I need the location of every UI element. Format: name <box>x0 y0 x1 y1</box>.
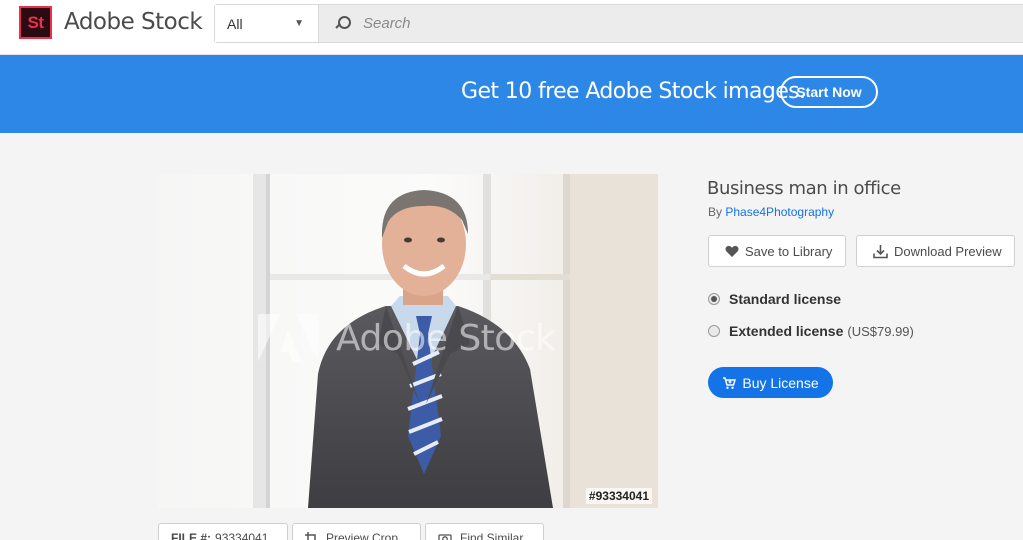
download-icon <box>873 244 888 258</box>
promo-banner: Get 10 free Adobe Stock images. Start No… <box>0 55 1023 133</box>
adobe-stock-logo[interactable]: St <box>19 6 52 39</box>
extended-license-price: (US$79.99) <box>847 323 914 339</box>
preview-crop-button[interactable]: Preview Crop <box>292 523 421 540</box>
stock-photo[interactable]: Adobe Stock #93334041 <box>158 174 658 508</box>
watermark-text: Adobe Stock <box>336 317 556 359</box>
byline: By Phase4Photography <box>708 205 834 219</box>
search-field <box>319 5 1023 42</box>
preview-crop-label: Preview Crop <box>326 531 399 540</box>
camera-icon <box>438 534 452 540</box>
cart-icon <box>723 376 737 389</box>
save-to-library-button[interactable]: Save to Library <box>708 235 846 267</box>
file-number-overlay: #93334041 <box>585 488 652 504</box>
by-label: By <box>708 205 723 219</box>
standard-license-label: Standard license <box>729 291 842 307</box>
banner-text: Get 10 free Adobe Stock images. <box>461 79 806 104</box>
asset-title: Business man in office <box>707 178 901 199</box>
heart-icon <box>725 245 739 257</box>
search-bar: All ▼ <box>214 4 1023 43</box>
watermark: Adobe Stock <box>258 314 556 362</box>
search-icon <box>335 15 351 32</box>
extended-license-radio[interactable] <box>708 325 720 337</box>
standard-license-radio[interactable] <box>708 293 720 305</box>
download-preview-button[interactable]: Download Preview <box>856 235 1015 267</box>
search-input[interactable] <box>363 15 963 32</box>
search-scope-value: All <box>227 15 243 32</box>
extended-license-option[interactable]: Extended license (US$79.99) <box>708 323 914 339</box>
start-now-button[interactable]: Start Now <box>780 76 878 108</box>
download-label: Download Preview <box>894 243 1002 259</box>
chevron-down-icon: ▼ <box>294 18 304 29</box>
file-number: 93334041 <box>215 531 269 540</box>
author-link[interactable]: Phase4Photography <box>725 205 834 219</box>
save-label: Save to Library <box>745 243 833 259</box>
logo-text[interactable]: Adobe Stock <box>64 9 203 35</box>
standard-license-option[interactable]: Standard license <box>708 291 841 307</box>
adobe-watermark-icon <box>258 314 318 362</box>
top-header: St Adobe Stock All ▼ <box>0 0 1023 55</box>
extended-license-label: Extended license <box>729 323 844 339</box>
crop-icon <box>305 531 316 540</box>
find-similar-label: Find Similar <box>460 531 524 540</box>
find-similar-button[interactable]: Find Similar <box>425 523 544 540</box>
file-number-box: FILE #: 93334041 <box>158 523 288 540</box>
search-scope-dropdown[interactable]: All ▼ <box>215 5 319 42</box>
buy-license-button[interactable]: Buy License <box>708 367 833 398</box>
file-label: FILE #: <box>171 531 212 540</box>
buy-license-label: Buy License <box>742 374 819 391</box>
